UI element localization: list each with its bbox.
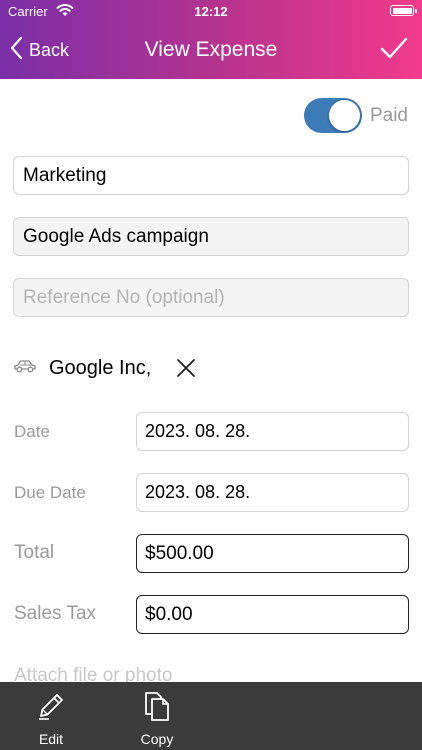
date-field[interactable]: 2023. 08. 28.: [136, 412, 409, 451]
total-field[interactable]: $500.00: [136, 534, 409, 573]
description-field[interactable]: Google Ads campaign: [13, 217, 409, 256]
toggle-knob: [328, 100, 360, 131]
sales-tax-field[interactable]: $0.00: [136, 595, 409, 634]
copy-label: Copy: [140, 731, 174, 747]
category-field[interactable]: Marketing: [13, 156, 409, 195]
battery-icon: [390, 5, 417, 16]
bottom-toolbar: Edit Copy: [0, 682, 422, 750]
sales-tax-label: Sales Tax: [14, 603, 97, 624]
vendor-name: Google Inc,: [49, 356, 152, 379]
checkmark-icon: [380, 37, 408, 66]
navigation-bar: Back View Expense: [0, 22, 422, 79]
clock: 12:12: [194, 4, 228, 19]
date-label: Date: [14, 422, 50, 441]
paid-label: Paid: [369, 104, 408, 126]
reference-number-field[interactable]: Reference No (optional): [13, 278, 409, 317]
status-bar: Carrier 12:12: [0, 0, 422, 22]
edit-button[interactable]: Edit: [21, 690, 81, 747]
edit-label: Edit: [38, 731, 64, 747]
total-label: Total: [14, 542, 55, 563]
vendor-row[interactable]: Google Inc,: [13, 350, 195, 386]
paid-toggle[interactable]: [303, 98, 362, 133]
copy-button[interactable]: Copy: [127, 690, 187, 747]
due-date-label: Due Date: [14, 483, 86, 502]
clear-vendor-icon[interactable]: [175, 357, 197, 384]
pencil-icon: [35, 694, 67, 726]
car-icon: [13, 358, 37, 379]
save-button[interactable]: [380, 36, 408, 67]
attach-file-label[interactable]: Attach file or photo: [14, 662, 172, 682]
due-date-field[interactable]: 2023. 08. 28.: [136, 473, 409, 512]
page-title: View Expense: [144, 38, 278, 61]
paid-toggle-row: Paid: [303, 98, 408, 133]
copy-icon: [141, 692, 173, 726]
